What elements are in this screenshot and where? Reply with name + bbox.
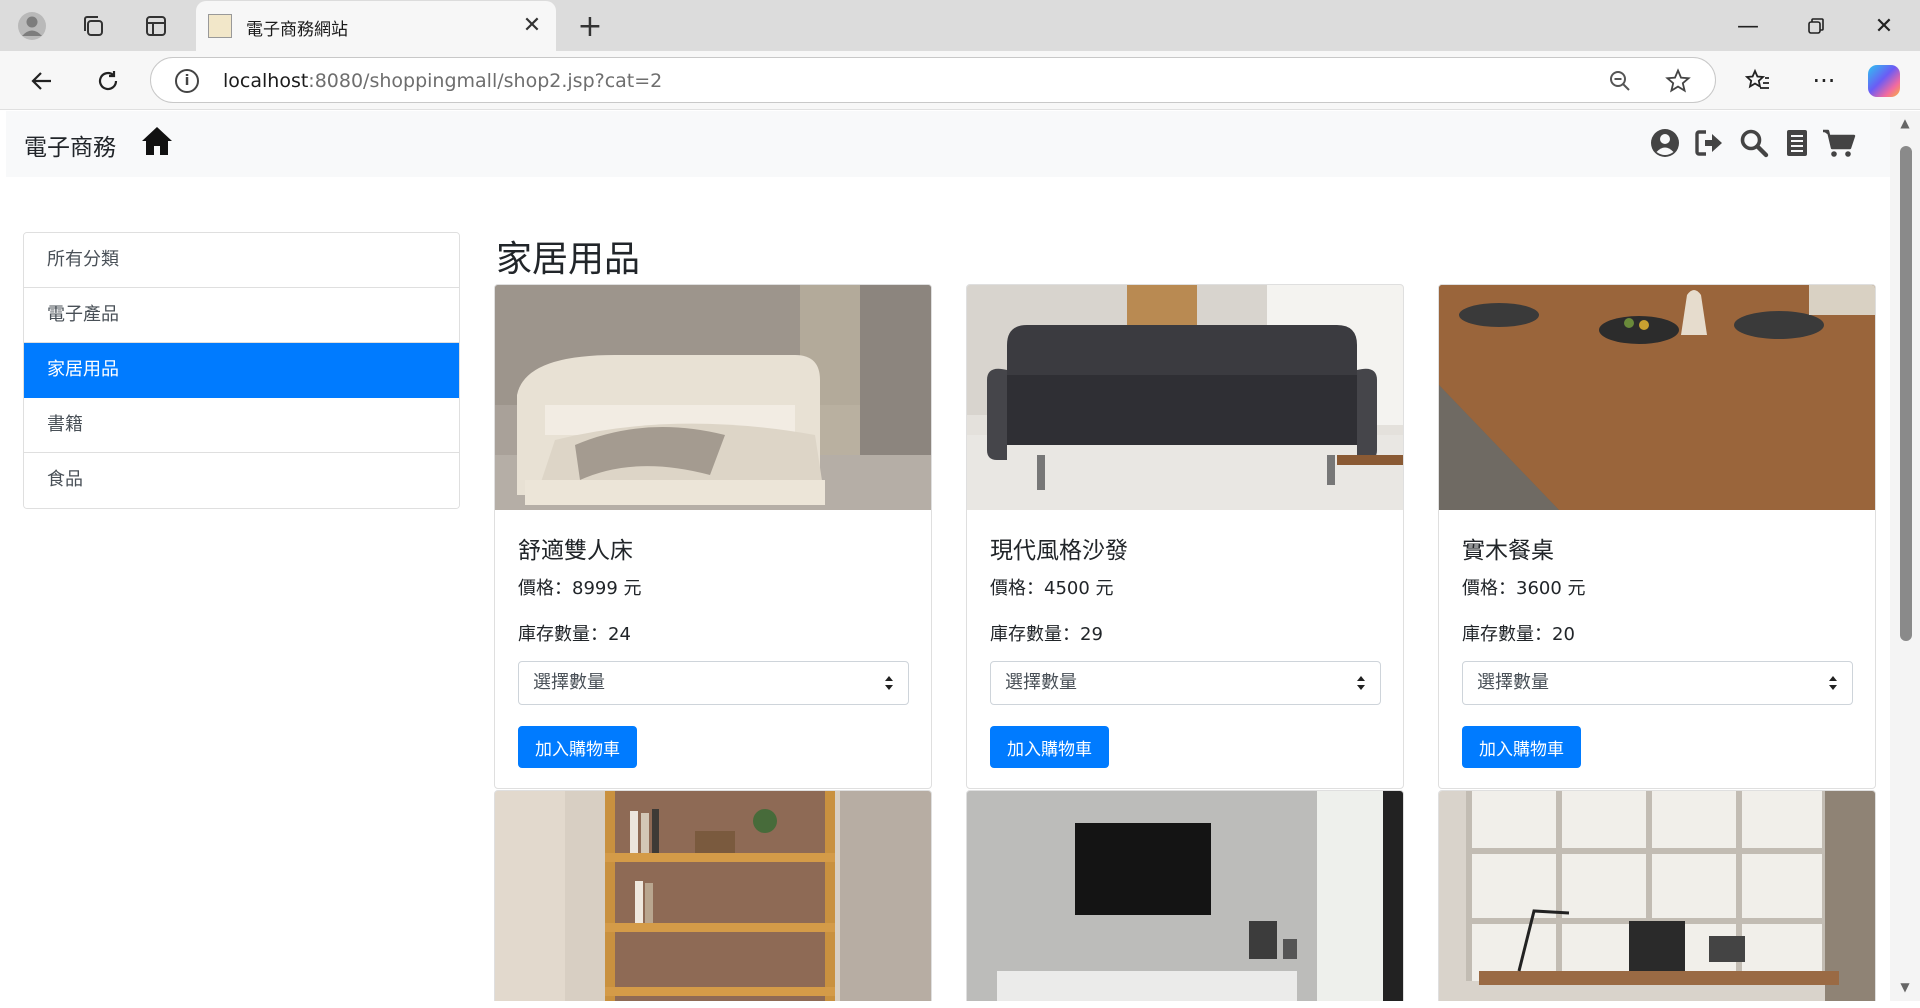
quantity-select[interactable]: 選擇數量 <box>1462 661 1853 705</box>
orders-list-icon[interactable] <box>1782 128 1812 158</box>
favorites-list-icon[interactable] <box>1740 63 1776 99</box>
tab-close-icon[interactable]: ✕ <box>520 13 544 38</box>
add-to-cart-button[interactable]: 加入購物車 <box>1462 726 1581 768</box>
product-price: 價格：4500 元 <box>990 578 1114 599</box>
tab-favicon-icon <box>208 14 232 38</box>
category-list: 所有分類 電子產品 家居用品 書籍 食品 <box>23 232 460 509</box>
logout-icon[interactable] <box>1694 128 1724 158</box>
page-viewport: 電子商務 所有分類 電子產品 家居用品 書籍 食品 家居用品 舒適雙人床 價格：… <box>6 111 1890 1001</box>
scroll-down-icon[interactable]: ▼ <box>1898 981 1912 993</box>
product-card: 實木餐桌 價格：3600 元 庫存數量：20 選擇數量 加入購物車 <box>1438 284 1876 789</box>
tab-actions-icon[interactable] <box>140 10 172 42</box>
category-item-food[interactable]: 食品 <box>24 453 459 508</box>
url-text[interactable]: localhost:8080/shoppingmall/shop2.jsp?ca… <box>223 70 662 92</box>
browser-tab[interactable]: 電子商務網站 ✕ <box>196 1 556 51</box>
select-caret-icon <box>885 676 893 690</box>
quantity-select-placeholder: 選擇數量 <box>1477 672 1549 693</box>
product-image-dining-table <box>1439 285 1875 510</box>
scrollbar-thumb[interactable] <box>1900 146 1912 641</box>
product-card: 舒適雙人床 價格：8999 元 庫存數量：24 選擇數量 加入購物車 <box>494 284 932 789</box>
quantity-select-placeholder: 選擇數量 <box>1005 672 1077 693</box>
copilot-icon[interactable] <box>1868 65 1900 97</box>
minimize-icon[interactable]: — <box>1728 8 1768 44</box>
product-name: 舒適雙人床 <box>518 538 633 564</box>
workspaces-icon[interactable] <box>77 10 109 42</box>
product-image-tv-cabinet <box>967 791 1403 1001</box>
select-caret-icon <box>1829 676 1837 690</box>
scroll-up-icon[interactable]: ▲ <box>1898 117 1912 129</box>
brand-link[interactable]: 電子商務 <box>24 128 116 162</box>
product-image-desk <box>1439 791 1875 1001</box>
page-title: 家居用品 <box>496 239 641 280</box>
home-icon[interactable] <box>140 125 174 157</box>
page-scrollbar[interactable]: ▲ ▼ <box>1890 111 1920 1001</box>
product-card <box>1438 790 1876 1001</box>
product-stock: 庫存數量：24 <box>518 624 631 645</box>
url-bar[interactable]: i localhost:8080/shoppingmall/shop2.jsp?… <box>150 57 1716 103</box>
product-price: 價格：3600 元 <box>1462 578 1586 599</box>
product-card <box>966 790 1404 1001</box>
quantity-select-placeholder: 選擇數量 <box>533 672 605 693</box>
product-image-bookshelf <box>495 791 931 1001</box>
favorite-star-icon[interactable] <box>1665 68 1691 94</box>
site-info-icon[interactable]: i <box>175 69 199 93</box>
product-stock: 庫存數量：29 <box>990 624 1103 645</box>
site-navbar: 電子商務 <box>6 111 1890 177</box>
product-image-sofa <box>967 285 1403 510</box>
close-window-icon[interactable]: ✕ <box>1864 8 1904 44</box>
product-price: 價格：8999 元 <box>518 578 642 599</box>
category-item-books[interactable]: 書籍 <box>24 398 459 453</box>
product-name: 實木餐桌 <box>1462 538 1554 564</box>
select-caret-icon <box>1357 676 1365 690</box>
quantity-select[interactable]: 選擇數量 <box>518 661 909 705</box>
add-to-cart-button[interactable]: 加入購物車 <box>990 726 1109 768</box>
shopping-cart-icon[interactable] <box>1822 128 1856 158</box>
quantity-select[interactable]: 選擇數量 <box>990 661 1381 705</box>
add-to-cart-button[interactable]: 加入購物車 <box>518 726 637 768</box>
back-icon[interactable] <box>24 63 60 99</box>
zoom-out-icon[interactable] <box>1607 68 1633 94</box>
product-name: 現代風格沙發 <box>990 538 1128 564</box>
reload-icon[interactable] <box>90 63 126 99</box>
restore-icon[interactable] <box>1796 8 1836 44</box>
category-item-home[interactable]: 家居用品 <box>24 343 459 398</box>
address-toolbar: i localhost:8080/shoppingmall/shop2.jsp?… <box>0 51 1920 110</box>
product-stock: 庫存數量：20 <box>1462 624 1575 645</box>
search-icon[interactable] <box>1739 128 1769 158</box>
product-card <box>494 790 932 1001</box>
new-tab-icon[interactable]: + <box>574 9 606 44</box>
category-item-all[interactable]: 所有分類 <box>24 233 459 288</box>
browser-tab-bar: 電子商務網站 ✕ + — ✕ <box>0 0 1920 51</box>
tab-title: 電子商務網站 <box>246 20 348 40</box>
user-account-icon[interactable] <box>1650 128 1680 158</box>
profile-icon[interactable] <box>16 10 48 42</box>
category-item-electronics[interactable]: 電子產品 <box>24 288 459 343</box>
more-options-icon[interactable]: ··· <box>1806 63 1842 99</box>
product-image-bed <box>495 285 931 510</box>
product-card: 現代風格沙發 價格：4500 元 庫存數量：29 選擇數量 加入購物車 <box>966 284 1404 789</box>
